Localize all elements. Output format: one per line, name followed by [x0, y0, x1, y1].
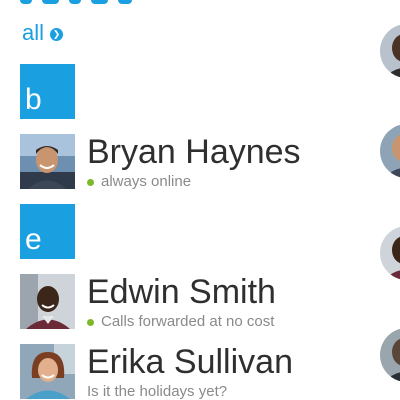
contact-status-line: Is it the holidays yet?	[87, 383, 227, 400]
chevron-right-circle-icon: ❯	[50, 27, 64, 41]
header-title-fragment	[20, 0, 132, 4]
presence-online-icon	[87, 318, 94, 326]
contact-item[interactable]: Edwin Smith Calls forwarded at no cost	[20, 274, 360, 334]
contact-status: always online	[101, 173, 192, 190]
contact-status: Is it the holidays yet?	[87, 383, 228, 400]
contact-name: Erika Sullivan	[87, 343, 293, 381]
avatar	[20, 274, 75, 329]
side-avatar[interactable]	[380, 226, 400, 280]
side-avatar[interactable]	[380, 124, 400, 178]
group-header-e[interactable]: e	[20, 204, 75, 259]
filter-dropdown[interactable]: all ❯	[22, 20, 64, 46]
group-letter: b	[25, 83, 42, 116]
contact-status-line: always online	[87, 173, 191, 191]
avatar	[20, 344, 75, 399]
side-avatar[interactable]	[380, 24, 400, 78]
filter-label: all	[22, 20, 45, 45]
contacts-page: all ❯ b Bryan Haynes always online e Edw…	[0, 0, 400, 400]
group-header-b[interactable]: b	[20, 64, 75, 119]
group-letter: e	[25, 223, 42, 256]
contact-status: Calls forwarded at no cost	[101, 313, 275, 330]
avatar	[20, 134, 75, 189]
contact-name: Bryan Haynes	[87, 133, 301, 171]
presence-online-icon	[87, 178, 94, 186]
contact-item[interactable]: Erika Sullivan Is it the holidays yet?	[20, 344, 360, 400]
contact-name: Edwin Smith	[87, 273, 276, 311]
contact-item[interactable]: Bryan Haynes always online	[20, 134, 360, 194]
contact-status-line: Calls forwarded at no cost	[87, 313, 274, 331]
side-avatar[interactable]	[380, 328, 400, 382]
